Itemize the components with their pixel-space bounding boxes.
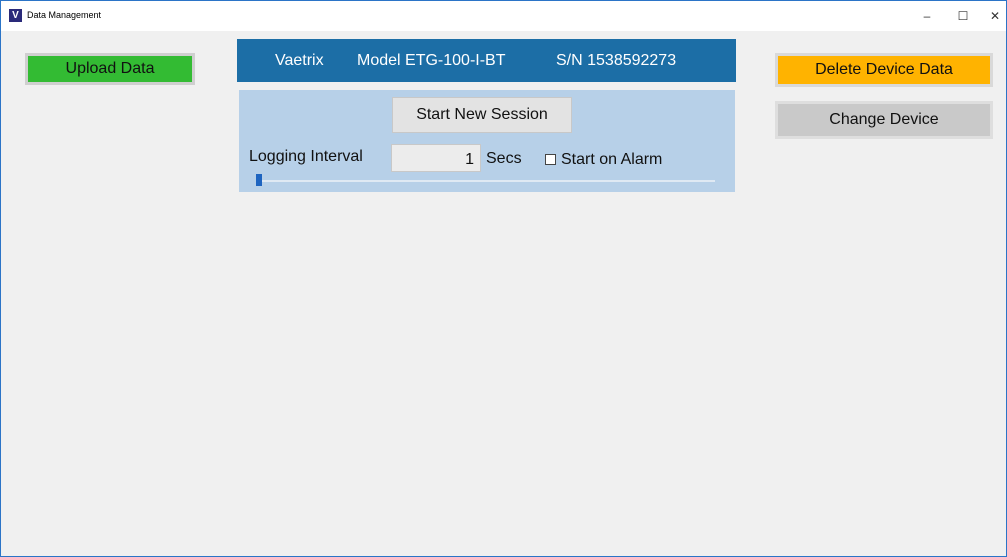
start-on-alarm-label[interactable]: Start on Alarm [561, 151, 662, 169]
upload-data-button[interactable]: Upload Data [25, 53, 195, 85]
device-info-header: Vaetrix Model ETG-100-I-BT S/N 153859227… [237, 39, 736, 82]
app-logo-icon: V [9, 9, 22, 22]
minimize-button[interactable]: – [913, 5, 941, 27]
close-button[interactable]: ✕ [981, 5, 1007, 27]
start-on-alarm-checkbox[interactable] [545, 154, 556, 165]
device-model: Model ETG-100-I-BT [357, 52, 506, 69]
start-new-session-button[interactable]: Start New Session [392, 97, 572, 133]
maximize-button[interactable]: ☐ [949, 5, 977, 27]
window-title: Data Management [27, 10, 102, 20]
logging-interval-input[interactable] [391, 144, 481, 172]
interval-slider-track[interactable] [257, 180, 715, 182]
logging-interval-label: Logging Interval [249, 148, 363, 165]
main-window: V Data Management – ☐ ✕ Upload Data Vaet… [0, 0, 1007, 557]
session-panel: Start New Session Logging Interval Secs … [239, 90, 735, 192]
interval-unit-label: Secs [486, 150, 522, 167]
title-bar: V Data Management – ☐ ✕ [1, 1, 1006, 31]
change-device-button[interactable]: Change Device [775, 101, 993, 139]
device-brand: Vaetrix [275, 52, 324, 69]
interval-slider-thumb[interactable] [256, 174, 262, 186]
delete-device-data-button[interactable]: Delete Device Data [775, 53, 993, 87]
device-serial: S/N 1538592273 [556, 52, 677, 69]
